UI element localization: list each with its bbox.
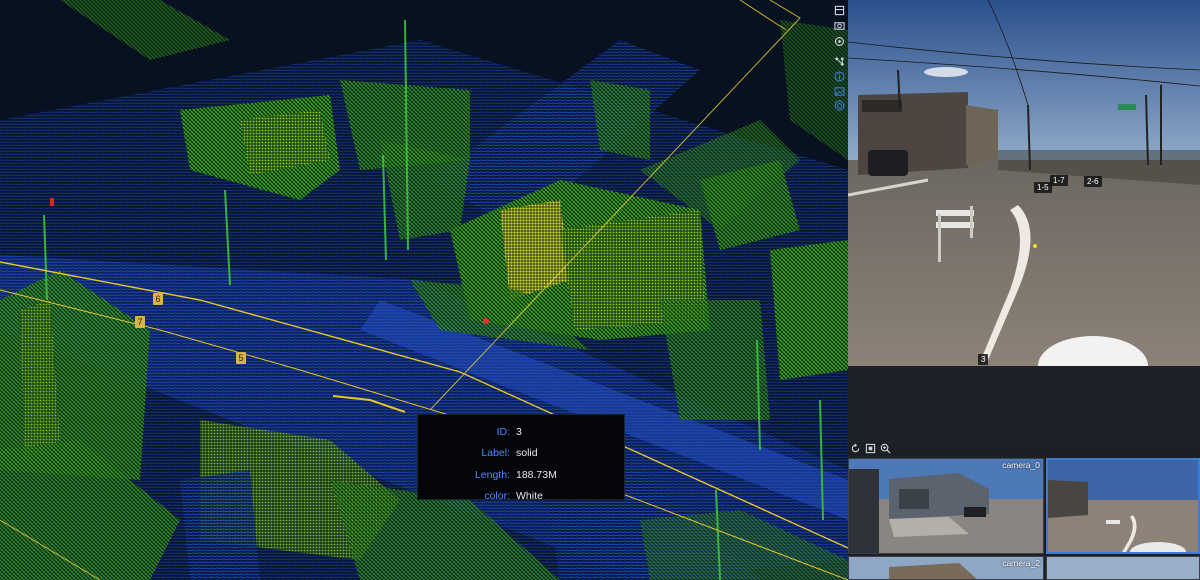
target-icon[interactable] [833,35,845,47]
camera-lane-tag[interactable]: 2-6 [1084,176,1102,187]
connect-icon[interactable] [833,55,845,67]
info-row-color: color: White [418,486,624,508]
info-row-label: Label: solid [418,443,624,465]
info-key: Label: [481,447,510,460]
info-row-id: ID: 3 [418,421,624,443]
viewport-toolbar [830,0,848,112]
panel-icon[interactable] [833,4,845,16]
camera-icon[interactable] [833,19,845,31]
info-value: solid [516,447,538,460]
lane-tag-6[interactable]: 6 [153,293,163,305]
info-value: White [516,490,543,503]
main-camera-view[interactable]: 1-7 2-6 1-5 3 [848,0,1200,366]
rotate-icon[interactable] [850,443,861,454]
camera-thumbnail-1[interactable]: camera_1 [1046,458,1200,554]
thumbnail-toolbar [850,443,891,457]
camera-panel: 1-7 2-6 1-5 3 camera_0 camera_2 [848,0,1200,580]
lane-tag-7[interactable]: 7 [135,316,145,328]
info-key: color: [484,490,510,503]
lane-tag-5[interactable]: 5 [236,352,246,364]
thumbnail-label: camera_2 [1002,558,1040,568]
main-camera-image [848,0,1200,366]
camera-thumbnail-2[interactable]: camera_2 [848,556,1044,580]
object-info-popup: ID: 3 Label: solid Length: 188.73M color… [417,414,625,502]
info-key: Length: [474,468,510,481]
info-row-length: Length: 188.73M [418,464,624,486]
layers-icon[interactable] [833,99,845,111]
info-value: 3 [516,425,522,438]
camera-thumbnail-3[interactable]: camera_3 [1046,556,1200,580]
zoom-in-icon[interactable] [880,443,891,454]
camera-lane-tag[interactable]: 3 [978,354,989,365]
camera-lane-tag[interactable]: 1-5 [1034,182,1052,193]
fit-icon[interactable] [865,443,876,454]
info-key: ID: [496,425,510,438]
info-value: 188.73M [516,468,557,481]
image-icon[interactable] [833,85,845,97]
camera-thumbnail-0[interactable]: camera_0 [848,458,1044,554]
info-icon[interactable] [833,70,845,82]
thumbnail-label: camera_0 [1002,460,1040,470]
point-cloud-viewport[interactable]: 6 7 5 ID: 3 Label: solid Length: 188.73M… [0,0,848,580]
camera-gap [848,366,1200,442]
camera-lane-tag[interactable]: 1-7 [1050,175,1068,186]
